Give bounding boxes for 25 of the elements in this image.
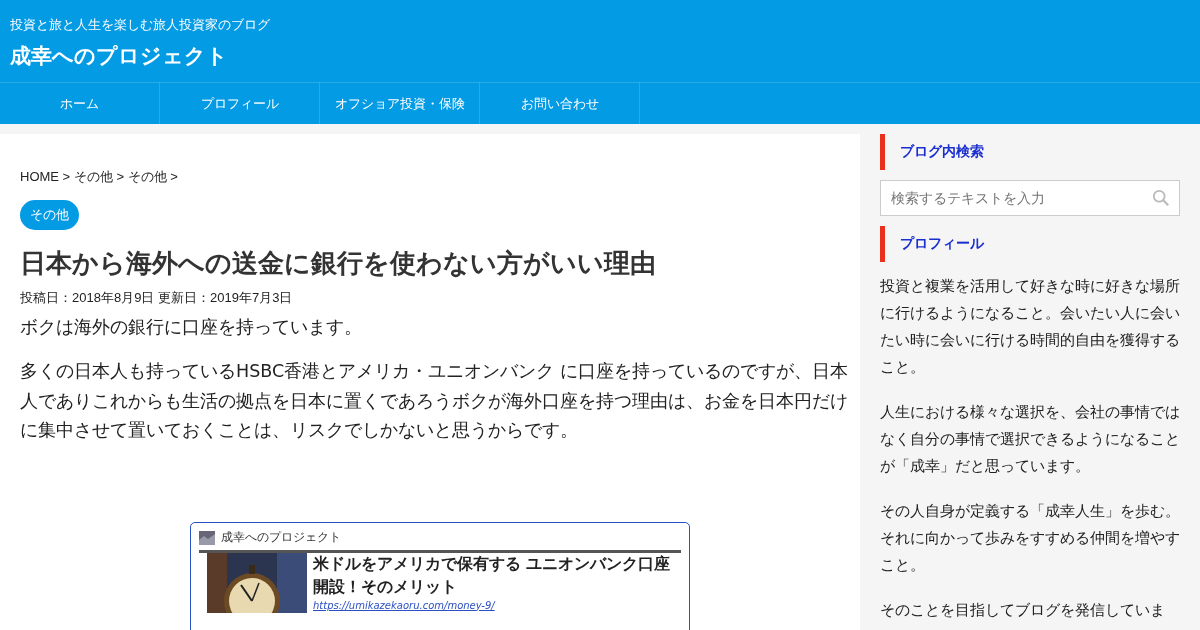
- site-title[interactable]: 成幸へのプロジェクト: [10, 42, 228, 70]
- site-favicon: [199, 530, 215, 545]
- link-card[interactable]: 成幸へのプロジェクト 米ドルをアメリカで保有する ユニオンバンク口座開設！そのメリット https://umikazekaoru.com/money-9/: [190, 522, 690, 630]
- article-paragraph: ボクは海外の銀行に口座を持っています。: [20, 316, 363, 339]
- nav-item[interactable]: オフショア投資・保険: [320, 83, 480, 124]
- article-title: 日本から海外への送金に銀行を使わない方がいい理由: [20, 247, 657, 280]
- nav-item[interactable]: プロフィール: [160, 83, 320, 124]
- category-badge[interactable]: その他: [20, 200, 79, 230]
- widget-heading: プロフィール: [880, 226, 1180, 262]
- search-field[interactable]: 検索するテキストを入力: [880, 180, 1180, 216]
- profile-paragraph: その人自身が定義する「成幸人生」を歩む。それに向かって歩みをすすめる仲間を増やすこと。: [880, 501, 1180, 575]
- site-tagline: 投資と旅と人生を楽しむ旅人投資家のブログ: [10, 16, 270, 34]
- profile-paragraph: 人生における様々な選択を、会社の事情ではなく自分の事情で選択できるようになることが「成幸」だと思っています。: [880, 402, 1180, 476]
- search-icon[interactable]: [1152, 189, 1170, 207]
- profile-paragraph: そのことを目指してブログを発信していま: [880, 600, 1166, 620]
- widget-heading: ブログ内検索: [880, 134, 1180, 170]
- profile-paragraph: 投資と複業を活用して好きな時に好きな場所に行けるようになること。会いたい人に会いたい時に会いに行ける時間的自由を獲得すること。: [880, 276, 1180, 377]
- card-url[interactable]: https://umikazekaoru.com/money-9/: [313, 599, 683, 611]
- article-paragraph: 多くの日本人も持っているHSBC香港とアメリカ・ユニオンバンク に口座を持っているのですが、日本人でありこれからも生活の拠点を日本に置くであろうボクが海外口座を持つ理由は、お金を日本円だけに集中させて置いておくことは、リスクでしかないと思うからです。: [20, 359, 849, 443]
- card-title: 米ドルをアメリカで保有する ユニオンバンク口座開設！そのメリット: [313, 554, 672, 599]
- breadcrumb: HOME > その他 > その他 >: [20, 168, 179, 186]
- nav-item[interactable]: ホーム: [0, 83, 160, 124]
- nav-item[interactable]: お問い合わせ: [480, 83, 640, 124]
- post-dates: 投稿日：2018年8月9日 更新日：2019年7月3日: [20, 289, 294, 307]
- card-site-name: 成幸へのプロジェクト: [221, 529, 341, 546]
